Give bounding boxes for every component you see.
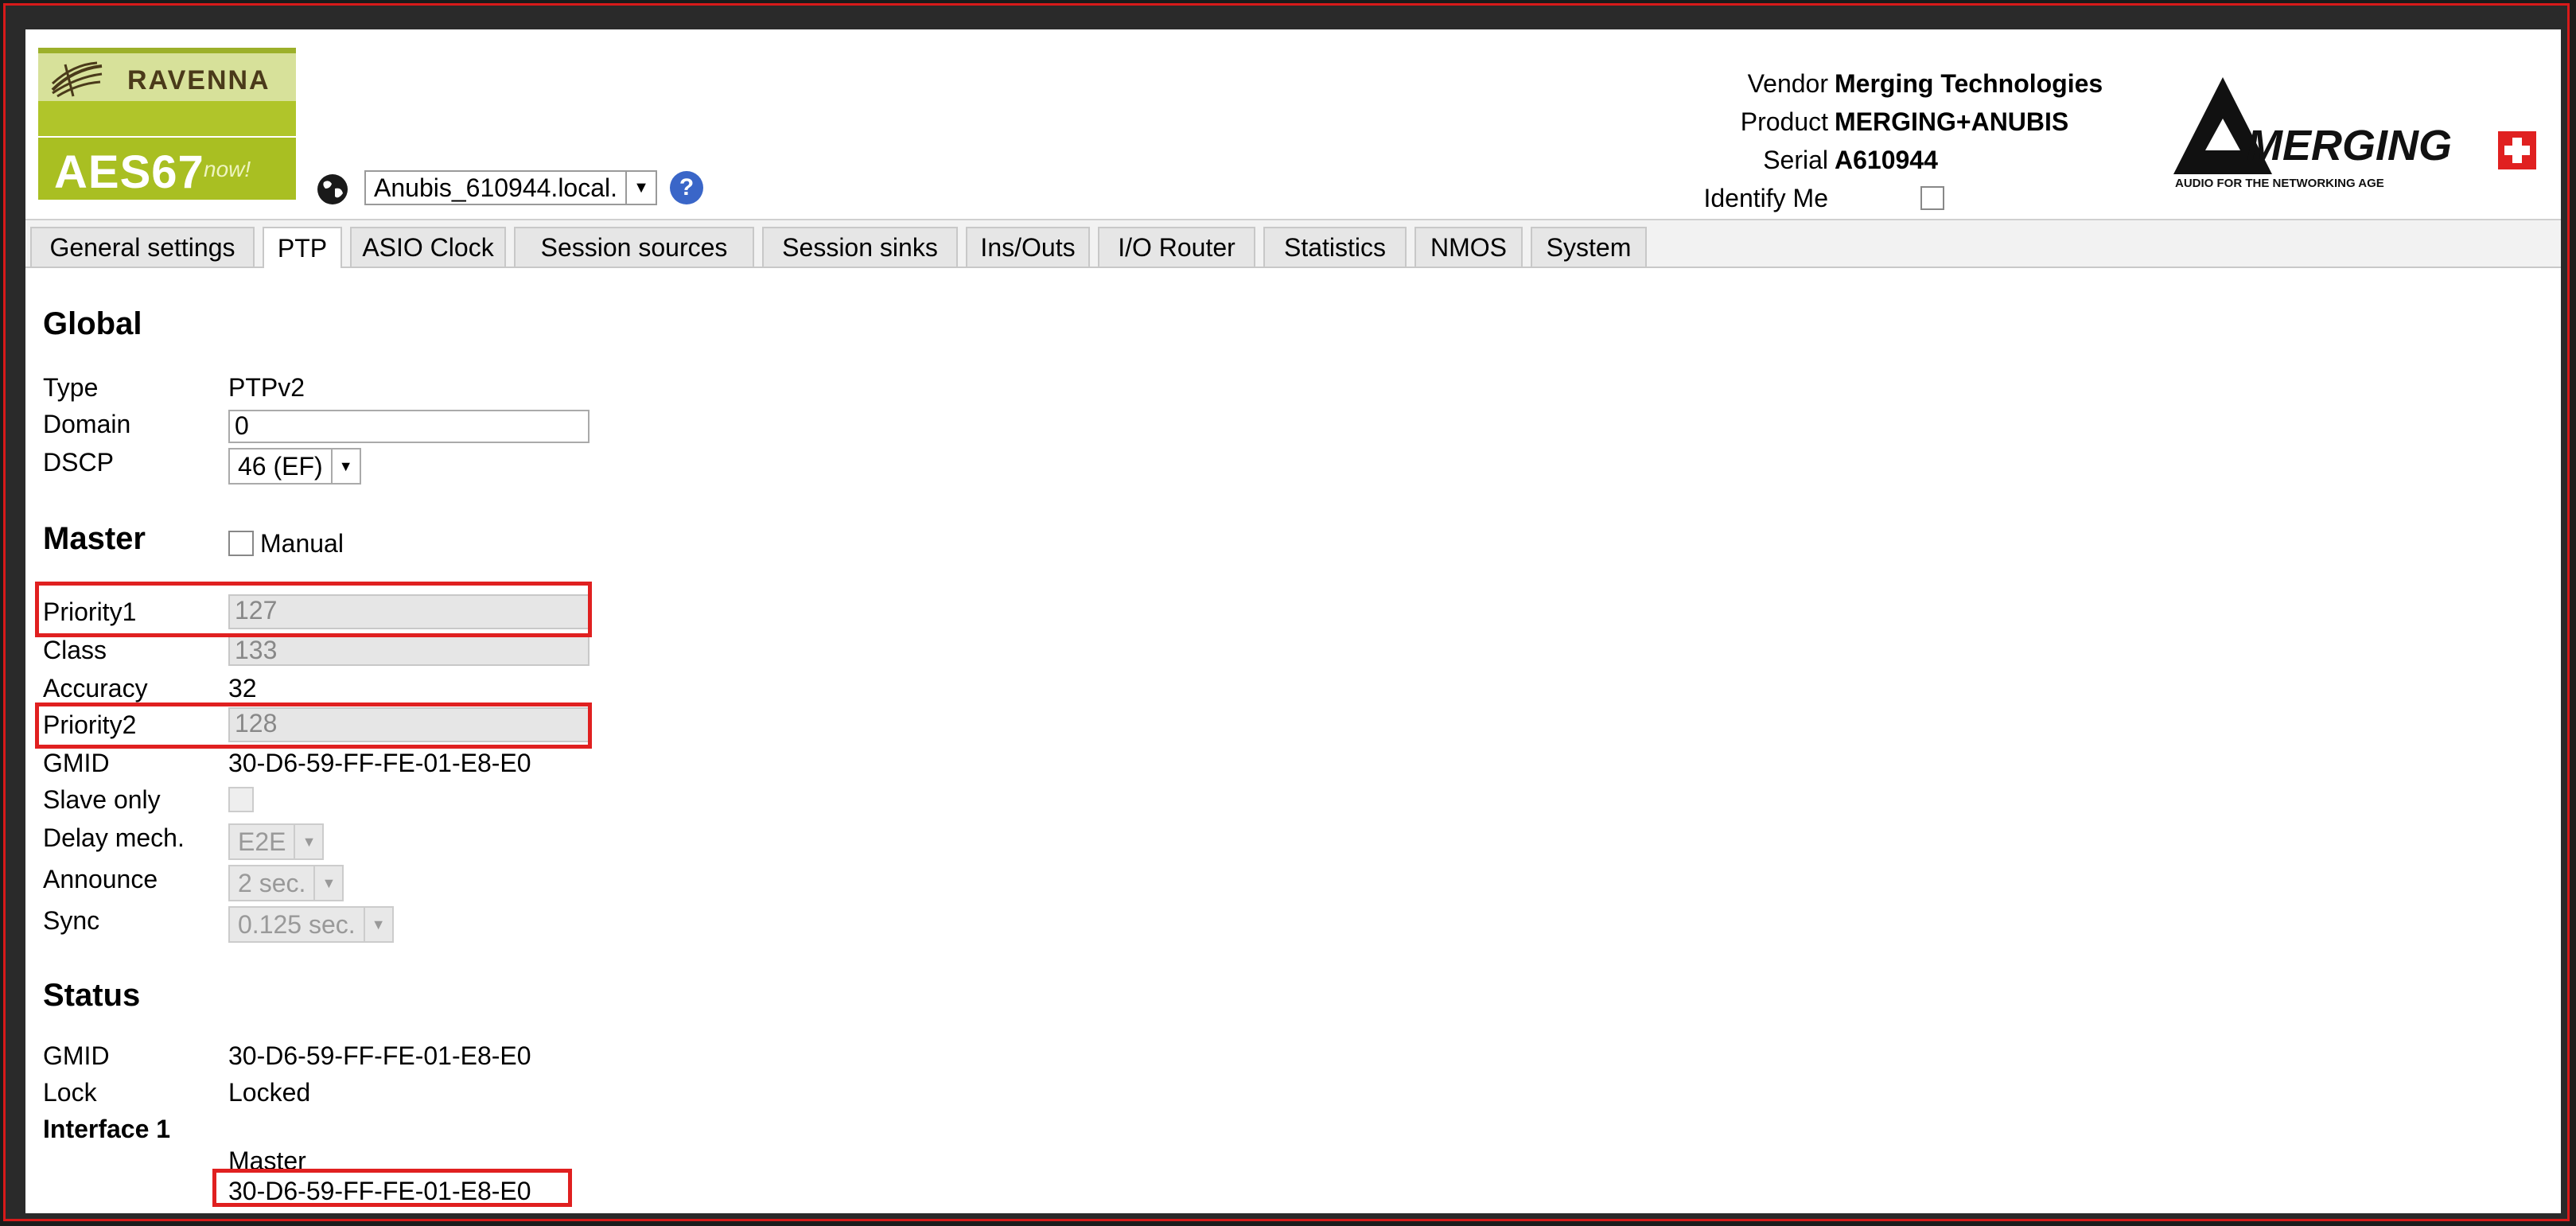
chevron-down-icon[interactable]: ▼ — [625, 172, 656, 204]
identify-row: Identify Me — [1653, 184, 1835, 213]
merging-logo-tagline: AUDIO FOR THE NETWORKING AGE — [2175, 177, 2384, 189]
serial-row: Serial A610944 — [1653, 146, 1938, 175]
dscp-select[interactable]: 46 (EF) ▼ — [228, 448, 361, 485]
device-select[interactable]: Anubis_610944.local. ▼ — [364, 170, 657, 205]
class-input[interactable]: 133 — [228, 634, 590, 666]
tab-system[interactable]: System — [1531, 227, 1647, 267]
slave-only-label: Slave only — [43, 785, 161, 814]
master-heading: Master — [43, 521, 146, 556]
sync-label: Sync — [43, 906, 100, 935]
aes67-logo-text: AES67 — [54, 146, 204, 198]
delay-mech-select[interactable]: E2E ▼ — [228, 823, 325, 860]
interface-heading: Interface 1 — [43, 1115, 171, 1143]
web-page: RAVENNA AES67 now! Anubis_610944.local. … — [25, 29, 2561, 1213]
product-label: Product — [1740, 107, 1828, 136]
priority2-input[interactable]: 128 — [228, 707, 590, 742]
manual-label: Manual — [260, 529, 344, 558]
domain-label: Domain — [43, 410, 131, 438]
aes67-logo-now: now! — [204, 157, 251, 181]
tab-io-router[interactable]: I/O Router — [1098, 227, 1255, 267]
tab-general-settings[interactable]: General settings — [30, 227, 255, 267]
device-select-value: Anubis_610944.local. — [374, 173, 618, 202]
sync-value: 0.125 sec. — [238, 909, 356, 939]
priority1-input[interactable]: 127 — [228, 594, 590, 629]
serial-label: Serial — [1763, 146, 1828, 174]
product-value: MERGING+ANUBIS — [1835, 107, 2069, 136]
tab-ins-outs[interactable]: Ins/Outs — [966, 227, 1090, 267]
identify-label: Identify Me — [1703, 184, 1828, 212]
master-gmid-value: 30-D6-59-FF-FE-01-E8-E0 — [228, 749, 531, 777]
tab-statistics[interactable]: Statistics — [1263, 227, 1407, 267]
tab-ptp[interactable]: PTP — [263, 227, 342, 268]
master-gmid-label: GMID — [43, 749, 110, 777]
chevron-down-icon[interactable]: ▼ — [363, 908, 392, 941]
status-heading: Status — [43, 978, 141, 1013]
ravenna-waves-icon — [51, 61, 103, 98]
chevron-down-icon[interactable]: ▼ — [294, 825, 322, 858]
status-gmid-value: 30-D6-59-FF-FE-01-E8-E0 — [228, 1041, 531, 1070]
dscp-label: DSCP — [43, 448, 114, 477]
priority2-label: Priority2 — [43, 710, 137, 739]
global-heading: Global — [43, 306, 142, 341]
tab-bar: General settings PTP ASIO Clock Session … — [25, 219, 2561, 268]
tab-session-sources[interactable]: Session sources — [514, 227, 754, 267]
class-label: Class — [43, 636, 107, 664]
delay-mech-value: E2E — [238, 827, 286, 856]
accuracy-label: Accuracy — [43, 674, 148, 703]
dscp-select-value: 46 (EF) — [238, 451, 323, 481]
tab-nmos[interactable]: NMOS — [1414, 227, 1523, 267]
vendor-label: Vendor — [1747, 69, 1828, 98]
help-icon[interactable]: ? — [670, 171, 703, 204]
product-row: Product MERGING+ANUBIS — [1653, 107, 2069, 137]
priority1-label: Priority1 — [43, 597, 137, 626]
merging-logo: MERGING AUDIO FOR THE NETWORKING AGE — [2173, 77, 2536, 189]
manual-checkbox[interactable] — [228, 531, 254, 556]
window-frame: RAVENNA AES67 now! Anubis_610944.local. … — [3, 3, 2570, 1221]
announce-value: 2 sec. — [238, 868, 306, 897]
interface-master-label: Master — [228, 1146, 306, 1175]
type-value: PTPv2 — [228, 373, 305, 402]
vendor-value: Merging Technologies — [1835, 69, 2103, 98]
domain-input[interactable]: 0 — [228, 410, 590, 443]
serial-value: A610944 — [1835, 146, 1938, 174]
interface-master-value: 30-D6-59-FF-FE-01-E8-E0 — [228, 1177, 531, 1205]
accuracy-value: 32 — [228, 674, 257, 703]
identify-me-checkbox[interactable] — [1920, 186, 1944, 210]
lock-label: Lock — [43, 1078, 97, 1107]
slave-only-checkbox[interactable] — [228, 787, 254, 812]
aes67-logo: AES67 now! — [38, 138, 296, 200]
announce-select[interactable]: 2 sec. ▼ — [228, 865, 344, 901]
tab-asio-clock[interactable]: ASIO Clock — [350, 227, 506, 267]
chevron-down-icon[interactable]: ▼ — [313, 866, 342, 900]
ravenna-logo-text: RAVENNA — [127, 65, 270, 95]
merging-logo-text: MERGING — [2247, 122, 2452, 169]
announce-label: Announce — [43, 865, 158, 893]
sync-select[interactable]: 0.125 sec. ▼ — [228, 906, 394, 943]
tab-session-sinks[interactable]: Session sinks — [762, 227, 958, 267]
chevron-down-icon[interactable]: ▼ — [330, 450, 360, 483]
globe-icon[interactable] — [316, 173, 349, 206]
ravenna-logo: RAVENNA — [38, 48, 296, 136]
type-label: Type — [43, 373, 99, 402]
vendor-row: Vendor Merging Technologies — [1653, 69, 2103, 99]
status-gmid-label: GMID — [43, 1041, 110, 1070]
delay-mech-label: Delay mech. — [43, 823, 185, 852]
lock-value: Locked — [228, 1078, 311, 1107]
